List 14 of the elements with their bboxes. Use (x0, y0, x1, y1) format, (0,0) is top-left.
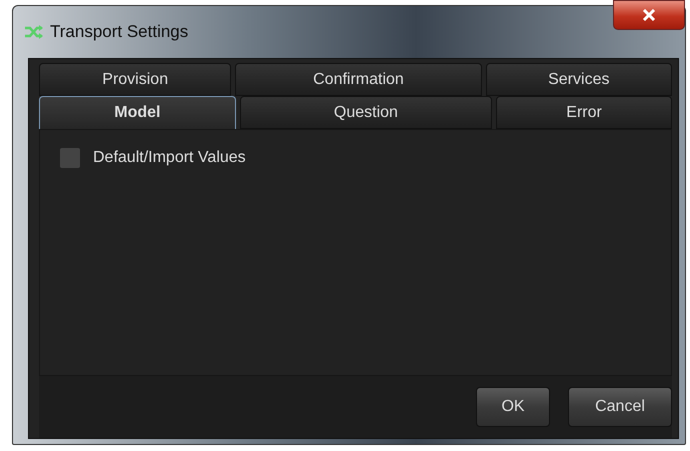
window-title: Transport Settings (50, 22, 188, 42)
tab[interactable]: Model (39, 96, 236, 129)
tab[interactable]: Provision (39, 63, 232, 96)
tab[interactable]: Confirmation (235, 63, 482, 96)
tab[interactable]: Error (496, 96, 672, 129)
tab[interactable]: Services (486, 63, 672, 96)
checkbox[interactable] (60, 148, 80, 168)
tab[interactable]: Question (240, 96, 492, 129)
cancel-button[interactable]: Cancel (568, 387, 672, 427)
shuffle-icon (24, 25, 44, 39)
ok-button[interactable]: OK (476, 387, 550, 427)
close-button[interactable] (613, 0, 685, 30)
close-icon (642, 9, 656, 21)
checkbox-label: Default/Import Values (93, 149, 246, 167)
